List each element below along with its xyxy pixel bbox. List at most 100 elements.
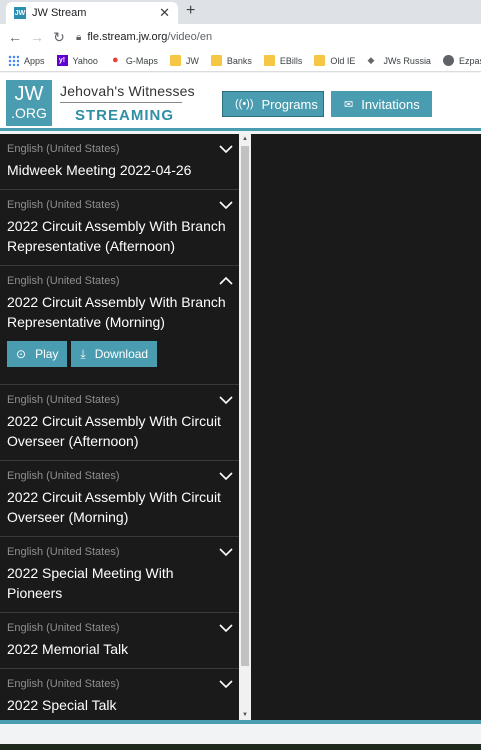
chevron-up-icon[interactable]	[219, 274, 233, 288]
bookmark-label: G-Maps	[125, 55, 158, 66]
bookmarks-bar: Apps y! Yahoo ● G-Maps JW Banks EBills Old…	[0, 50, 481, 72]
address-bar[interactable]: 🔒︎ fle.stream.jw.org/video/en	[76, 26, 477, 48]
scrollbar[interactable]: ▲ ▼	[239, 134, 251, 720]
bookmark-label: Ezpass	[458, 55, 481, 66]
bookmark-label: Old IE	[330, 55, 356, 66]
tab-title: JW Stream	[32, 7, 87, 19]
folder-icon	[314, 55, 326, 66]
chevron-down-icon[interactable]	[219, 469, 233, 483]
jw-favicon-icon: JW	[14, 7, 26, 19]
program-title: 2022 Circuit Assembly With Circuit Overs…	[7, 413, 221, 449]
brand-divider	[60, 102, 182, 103]
program-language: English (United States)	[7, 622, 120, 634]
invitations-button[interactable]: ✉ Invitations	[331, 91, 432, 117]
folder-icon	[263, 55, 275, 66]
bookmark-jw[interactable]: JW	[169, 55, 199, 66]
download-icon: ⤓	[80, 346, 86, 361]
bookmark-old-ie[interactable]: Old IE	[314, 55, 355, 66]
broadcast-icon: ((•))	[235, 98, 254, 110]
program-title: Midweek Meeting 2022-04-26	[7, 162, 192, 178]
bookmark-label: EBills	[279, 55, 303, 66]
program-title: 2022 Circuit Assembly With Branch Repres…	[7, 294, 226, 330]
envelope-icon: ✉	[344, 98, 354, 111]
program-item[interactable]: English (United States) 2022 Circuit Asse…	[0, 461, 239, 537]
scroll-down-icon[interactable]: ▼	[239, 710, 251, 720]
program-language: English (United States)	[7, 143, 120, 155]
url-domain: fle.stream.jw.org	[87, 31, 168, 43]
bottom-strip	[0, 724, 481, 744]
program-item[interactable]: English (United States) 2022 Circuit Asse…	[0, 266, 239, 385]
reload-icon[interactable]: ↻	[48, 29, 70, 46]
brand-title: Jehovah's Witnesses	[60, 83, 195, 99]
back-arrow-icon[interactable]: ←	[4, 29, 26, 45]
download-label: Download	[94, 347, 149, 361]
download-button[interactable]: ⤓ Download	[71, 341, 158, 367]
forward-arrow-icon[interactable]: →	[26, 29, 48, 45]
play-label: Play	[35, 347, 59, 361]
bookmark-label: JW	[185, 55, 199, 66]
taskbar	[0, 744, 481, 750]
chevron-down-icon[interactable]	[219, 142, 233, 156]
bookmark-label: JWs Russia	[383, 55, 431, 66]
apps-grid-icon	[8, 55, 19, 66]
bookmark-label: Banks	[226, 55, 252, 66]
scroll-up-icon[interactable]: ▲	[239, 134, 251, 144]
program-item[interactable]: English (United States) 2022 Special Meet…	[0, 537, 239, 613]
program-item[interactable]: English (United States) 2022 Circuit Asse…	[0, 385, 239, 461]
play-button[interactable]: ⊙ Play	[7, 341, 68, 367]
program-title: 2022 Special Talk	[7, 697, 117, 713]
folder-icon	[210, 55, 222, 66]
url-path: /video/en	[167, 31, 213, 43]
program-language: English (United States)	[7, 546, 120, 558]
bookmark-ezpass[interactable]: Ezpass	[442, 55, 481, 66]
chevron-down-icon[interactable]	[219, 545, 233, 559]
tab-strip: JW JW Stream ✕ +	[0, 0, 481, 24]
main-panel: English (United States) Midweek Meeting 2…	[0, 134, 481, 720]
lock-icon: 🔒︎	[76, 31, 82, 43]
play-circle-icon: ⊙	[16, 347, 27, 361]
yahoo-icon: y!	[56, 55, 68, 66]
bookmark-gmaps[interactable]: ● G-Maps	[110, 55, 158, 66]
browser-tab[interactable]: JW JW Stream ✕	[6, 2, 178, 24]
program-item[interactable]: English (United States) Midweek Meeting 2…	[0, 134, 239, 190]
jw-russia-icon: ◆	[367, 55, 375, 65]
bookmark-jws-russia[interactable]: ◆ JWs Russia	[367, 55, 431, 66]
program-item[interactable]: English (United States) 2022 Memorial Tal…	[0, 613, 239, 669]
bookmark-yahoo[interactable]: y! Yahoo	[56, 55, 98, 66]
program-title: 2022 Special Meeting With Pioneers	[7, 565, 174, 601]
program-language: English (United States)	[7, 470, 120, 482]
program-item[interactable]: English (United States) 2022 Special Talk	[0, 669, 239, 720]
program-actions: ⊙ Play ⤓ Download	[7, 341, 232, 367]
program-language: English (United States)	[7, 199, 120, 211]
program-language: English (United States)	[7, 394, 120, 406]
new-tab-button[interactable]: +	[186, 2, 195, 20]
bookmark-label: Apps	[24, 55, 45, 66]
close-tab-icon[interactable]: ✕	[159, 5, 170, 21]
page: JW JW Stream ✕ + ← → ↻ 🔒︎ fle.stream.jw.…	[0, 0, 481, 750]
bookmark-label: Yahoo	[72, 55, 98, 66]
program-title: 2022 Memorial Talk	[7, 641, 129, 657]
logo-org-text: .ORG	[11, 105, 47, 121]
programs-label: Programs	[261, 96, 318, 112]
program-title: 2022 Circuit Assembly With Branch Repres…	[7, 218, 226, 254]
chevron-down-icon[interactable]	[219, 393, 233, 407]
scrollbar-thumb[interactable]	[241, 146, 249, 666]
program-list: English (United States) Midweek Meeting 2…	[0, 134, 239, 720]
brand: Jehovah's Witnesses STREAMING	[60, 83, 195, 124]
programs-button[interactable]: ((•)) Programs	[222, 91, 324, 117]
program-language: English (United States)	[7, 678, 120, 690]
program-title: 2022 Circuit Assembly With Circuit Overs…	[7, 489, 221, 525]
invitations-label: Invitations	[361, 96, 420, 112]
bookmark-apps[interactable]: Apps	[8, 55, 45, 66]
map-pin-icon: ●	[112, 54, 119, 66]
program-item[interactable]: English (United States) 2022 Circuit Asse…	[0, 190, 239, 266]
jw-org-logo[interactable]: JW .ORG	[6, 80, 52, 126]
site-header: JW .ORG Jehovah's Witnesses STREAMING ((…	[0, 73, 481, 131]
chevron-down-icon[interactable]	[219, 198, 233, 212]
chevron-down-icon[interactable]	[219, 621, 233, 635]
chevron-down-icon[interactable]	[219, 677, 233, 691]
browser-toolbar: ← → ↻ 🔒︎ fle.stream.jw.org/video/en	[0, 24, 481, 50]
bookmark-ebills[interactable]: EBills	[263, 55, 303, 66]
brand-subtitle: STREAMING	[75, 107, 174, 124]
bookmark-banks[interactable]: Banks	[210, 55, 252, 66]
